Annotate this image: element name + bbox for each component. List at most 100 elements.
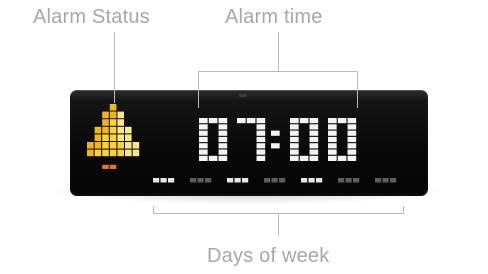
day-off-pixel	[190, 178, 197, 183]
digit-pixel	[299, 118, 309, 124]
digit-pixel	[309, 130, 319, 136]
day-off-pixel	[279, 178, 286, 183]
bell-pixel	[125, 134, 132, 141]
digit-pixel	[328, 143, 337, 149]
pixel-display	[87, 104, 397, 183]
bell-pixel	[102, 142, 109, 149]
day-off-pixel	[264, 178, 271, 183]
digit-pixel	[309, 136, 319, 143]
digit-pixel	[347, 118, 357, 124]
digit-pixel	[347, 136, 357, 143]
digit-pixel	[309, 143, 319, 149]
bell-pixel	[102, 164, 109, 169]
day-on-pixel	[316, 178, 323, 183]
day-off-pixel	[390, 178, 397, 183]
digit-pixel	[218, 124, 228, 130]
digit-pixel	[199, 130, 208, 136]
bell-pixel	[94, 126, 102, 134]
digit-pixel	[290, 155, 299, 161]
day-on-pixel	[227, 178, 234, 183]
bell-pixel	[125, 126, 132, 134]
digit-pixel	[237, 118, 246, 124]
bell-pixel	[109, 126, 117, 134]
bell-pixel	[94, 142, 102, 149]
bell-pixel	[117, 111, 124, 119]
digit-pixel	[328, 124, 337, 130]
time-digits	[199, 118, 357, 161]
digit-pixel	[309, 124, 319, 130]
day-off-pixel	[197, 178, 204, 183]
digit-pixel	[256, 130, 266, 136]
digit-pixel	[256, 124, 266, 130]
bell-pixel	[109, 134, 117, 141]
digit-pixel	[290, 130, 299, 136]
bell-pixel	[117, 142, 124, 149]
bell-pixel	[94, 149, 102, 157]
bell-pixel	[117, 149, 124, 157]
digit-pixel	[290, 124, 299, 130]
bell-pixel	[109, 142, 117, 149]
digit-pixel	[309, 149, 319, 155]
bell-pixel	[132, 149, 140, 157]
digit-pixel	[290, 149, 299, 155]
digit-pixel	[218, 130, 228, 136]
day-off-pixel	[375, 178, 382, 183]
bell-pixel	[125, 142, 132, 149]
day-on-pixel	[168, 178, 175, 183]
digit-pixel	[328, 118, 337, 124]
digit-pixel	[328, 136, 337, 143]
day-on-pixel	[153, 178, 160, 183]
digit-pixel	[328, 149, 337, 155]
day-on-pixel	[234, 178, 241, 183]
day-on-pixel	[301, 178, 308, 183]
bell-pixel	[102, 119, 109, 126]
colon-pixel	[271, 143, 280, 149]
bell-pixel	[109, 149, 117, 157]
digit-pixel	[337, 118, 347, 124]
bell-pixel	[117, 119, 124, 126]
digit-pixel	[218, 155, 228, 161]
bell-pixel	[87, 149, 94, 157]
digit-pixel	[218, 143, 228, 149]
digit-pixel	[199, 118, 208, 124]
bell-pixel	[117, 134, 124, 141]
lametric-diagram: Alarm Status Alarm time Days of week	[0, 0, 488, 274]
digit-pixel	[347, 149, 357, 155]
days-indicator	[153, 178, 397, 183]
digit-pixel	[347, 143, 357, 149]
digit-pixel	[309, 155, 319, 161]
bell-pixel	[102, 149, 109, 157]
digit-pixel	[218, 118, 228, 124]
digit-pixel	[299, 155, 309, 161]
digit-pixel	[208, 155, 218, 161]
digit-pixel	[199, 149, 208, 155]
bell-pixel	[102, 111, 109, 119]
colon-pixel	[271, 130, 280, 136]
bell-pixel	[109, 111, 117, 119]
day-on-pixel	[242, 178, 249, 183]
day-on-pixel	[160, 178, 167, 183]
bell-pixel	[132, 142, 140, 149]
digit-pixel	[256, 143, 266, 149]
bell-pixel	[125, 149, 132, 157]
digit-pixel	[218, 149, 228, 155]
bell-pixel	[109, 164, 117, 169]
digit-pixel	[256, 136, 266, 143]
digit-pixel	[256, 149, 266, 155]
digit-pixel	[328, 130, 337, 136]
bell-pixel	[87, 142, 94, 149]
bell-pixel	[109, 119, 117, 126]
day-off-pixel	[205, 178, 212, 183]
day-on-pixel	[308, 178, 315, 183]
digit-pixel	[199, 143, 208, 149]
digit-pixel	[256, 155, 266, 161]
day-off-pixel	[345, 178, 352, 183]
digit-pixel	[347, 124, 357, 130]
digit-pixel	[208, 118, 218, 124]
day-off-pixel	[338, 178, 345, 183]
day-off-pixel	[353, 178, 360, 183]
digit-pixel	[256, 118, 266, 124]
digit-pixel	[328, 155, 337, 161]
bell-icon	[87, 104, 140, 169]
bell-pixel	[109, 104, 117, 111]
